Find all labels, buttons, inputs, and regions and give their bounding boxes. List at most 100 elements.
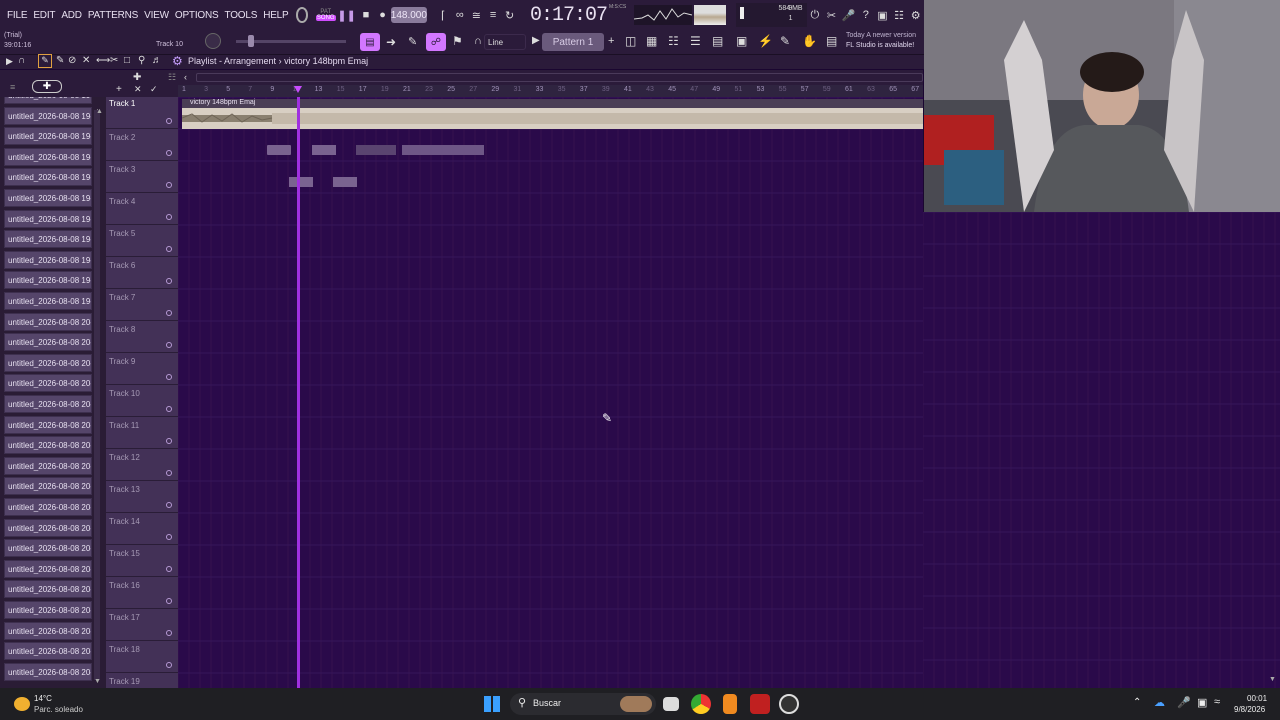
weather-temp[interactable]: 14°C (34, 694, 52, 703)
scroll-left-icon[interactable]: ‹ (184, 72, 187, 82)
clip-track2-d[interactable] (402, 145, 484, 155)
browser-file-item[interactable]: untitled_2026-08-08 19- (4, 209, 92, 228)
clip-track2-b[interactable] (312, 145, 336, 155)
tool-slice-icon[interactable]: ✂ (110, 55, 118, 66)
track-mute-icon[interactable] (166, 566, 172, 572)
browser-file-item[interactable]: untitled_2026-08-08 20- (4, 353, 92, 372)
tray-chevron-icon[interactable]: ⌃ (1133, 697, 1141, 708)
browser-file-item[interactable]: untitled_2026-08-08 20- (4, 518, 92, 537)
clip-track2-c[interactable] (356, 145, 396, 155)
clock-time[interactable]: 00:01 (1247, 694, 1267, 703)
menu-add[interactable]: ADD (58, 10, 85, 21)
tray-mic-icon[interactable]: 🎤 (1177, 696, 1191, 709)
clock-date[interactable]: 9/8/2026 (1234, 705, 1265, 714)
tools-icon[interactable]: ✂ (825, 6, 838, 24)
menu-help[interactable]: HELP (260, 10, 291, 21)
track-mute-icon[interactable] (166, 662, 172, 668)
browser-file-item[interactable]: untitled_2026-08-08 20- (4, 477, 92, 496)
track-mute-icon[interactable] (166, 182, 172, 188)
track-header[interactable]: Track 7 (106, 289, 178, 321)
tool-mute-icon[interactable]: ✕ (82, 55, 90, 66)
browser-file-item[interactable]: untitled_2026-08-08 19- (4, 230, 92, 249)
arrow-right-icon[interactable]: ➜ (386, 35, 396, 49)
browser-file-item[interactable]: untitled_2026-08-08 19- (4, 168, 92, 187)
track-header[interactable]: Track 1 (106, 97, 178, 129)
master-pitch-handle[interactable] (248, 35, 254, 47)
track-header[interactable]: Track 16 (106, 577, 178, 609)
clip-track2-a[interactable] (267, 145, 291, 155)
stop-button[interactable]: ■ (360, 6, 373, 24)
browser-file-item[interactable]: untitled_2026-08-08 20- (4, 415, 92, 434)
view-browser-icon[interactable]: ▤ (712, 34, 723, 48)
save-icon[interactable]: ▣ (876, 6, 889, 24)
tray-cloud-icon[interactable]: ☁ (1154, 696, 1165, 709)
track-header[interactable]: Track 8 (106, 321, 178, 353)
browser-file-item[interactable]: untitled_2026-08-08 20- (4, 621, 92, 640)
browser-file-item[interactable]: untitled_2026-08-08 20- (4, 374, 92, 393)
track-header[interactable]: Track 3 (106, 161, 178, 193)
magnet-small-icon[interactable]: ∩ (18, 55, 25, 66)
track-header[interactable]: Track 6 (106, 257, 178, 289)
track-mute-icon[interactable] (166, 310, 172, 316)
track-mute-icon[interactable] (166, 342, 172, 348)
playlist-grid-extension[interactable]: ▼ (923, 212, 1280, 688)
track-header[interactable]: Track 15 (106, 545, 178, 577)
browser-file-item[interactable]: untitled_2026-08-08 20- (4, 456, 92, 475)
track-mute-icon[interactable] (166, 278, 172, 284)
track-header[interactable]: Track 10 (106, 385, 178, 417)
pat-song-toggle[interactable]: PAT SONG (315, 9, 336, 21)
track-mute-icon[interactable] (166, 406, 172, 412)
fl-studio-icon[interactable] (723, 694, 737, 714)
view-piano-roll-icon[interactable]: ▦ (646, 34, 657, 48)
windows-start-icon[interactable] (484, 696, 500, 712)
breadcrumb-clip[interactable]: victory 148bpm Emaj (284, 56, 368, 66)
pattern-prev-icon[interactable]: ▶ (532, 35, 540, 46)
track-mute-icon[interactable] (166, 598, 172, 604)
news-line-2[interactable]: FL Studio is available! (846, 42, 914, 49)
settings-icon[interactable]: ⚙ (909, 6, 922, 24)
track-header[interactable]: Track 9 (106, 353, 178, 385)
grid-icon[interactable]: ☷ (168, 72, 176, 83)
browser-file-item[interactable]: untitled_2026-08-08 20- (4, 436, 92, 455)
browser-file-item[interactable]: untitled_2026-08-08 19- (4, 127, 92, 146)
tool-paint-icon[interactable]: ✎ (56, 55, 64, 66)
menu-tools[interactable]: TOOLS (221, 10, 260, 21)
menu-file[interactable]: FILE (4, 10, 30, 21)
browser-scroll-down-icon[interactable]: ▼ (94, 678, 101, 685)
app-red-icon[interactable] (750, 694, 770, 714)
playlist-view-button[interactable]: ▤ (360, 33, 380, 51)
track-scroll-up-icon[interactable]: ▲ (96, 108, 103, 115)
browser-file-item[interactable]: untitled_2026-08-08 19- (4, 250, 92, 269)
tool-draw-icon[interactable]: ✎ (38, 54, 52, 68)
pause-button[interactable]: ❚❚ (337, 6, 355, 24)
breadcrumb-arrangement[interactable]: Arrangement (224, 56, 276, 66)
browser-file-item[interactable]: untitled_2026-08-08 20- (4, 601, 92, 619)
vertical-scroll-down-icon[interactable]: ▼ (1269, 676, 1276, 683)
menu-edit[interactable]: EDIT (30, 10, 58, 21)
pattern-add-icon[interactable]: + (608, 35, 614, 47)
help-icon[interactable]: ? (860, 6, 873, 24)
tool-zoom-icon[interactable]: ⚲ (138, 55, 145, 66)
chrome-icon[interactable] (691, 694, 711, 714)
news-icon[interactable]: ▤ (826, 34, 837, 48)
track-header[interactable]: Track 17 (106, 609, 178, 641)
browser-collapse-icon[interactable]: ≡ (10, 82, 15, 92)
track-mute-icon[interactable] (166, 214, 172, 220)
tray-wifi-icon[interactable]: ≈ (1214, 696, 1220, 708)
playhead-line[interactable] (297, 97, 300, 688)
browser-file-item[interactable]: untitled_2026-08-08 20- (4, 312, 92, 331)
weather-desc[interactable]: Parc. soleado (34, 705, 83, 714)
browser-file-item[interactable]: untitled_2026-08-08 19- (4, 292, 92, 310)
track-header[interactable]: Track 2 (106, 129, 178, 161)
browser-file-item[interactable]: untitled_2026-08-08 20- (4, 395, 92, 413)
add-track-icon[interactable]: + (116, 84, 122, 95)
view-playlist-icon[interactable]: ◫ (625, 34, 636, 48)
browser-file-item[interactable]: untitled_2026-08-08 19- (4, 97, 92, 104)
step-edit-icon[interactable]: ≡ (487, 6, 500, 24)
track-header[interactable]: Track 5 (106, 225, 178, 257)
edit-tracks-icon[interactable]: ✓ (150, 84, 158, 95)
play-small-icon[interactable]: ▶ (6, 56, 13, 67)
pencil-icon[interactable]: ✎ (408, 35, 417, 48)
browser-file-item[interactable]: untitled_2026-08-08 19- (4, 271, 92, 290)
track-header[interactable]: Track 4 (106, 193, 178, 225)
